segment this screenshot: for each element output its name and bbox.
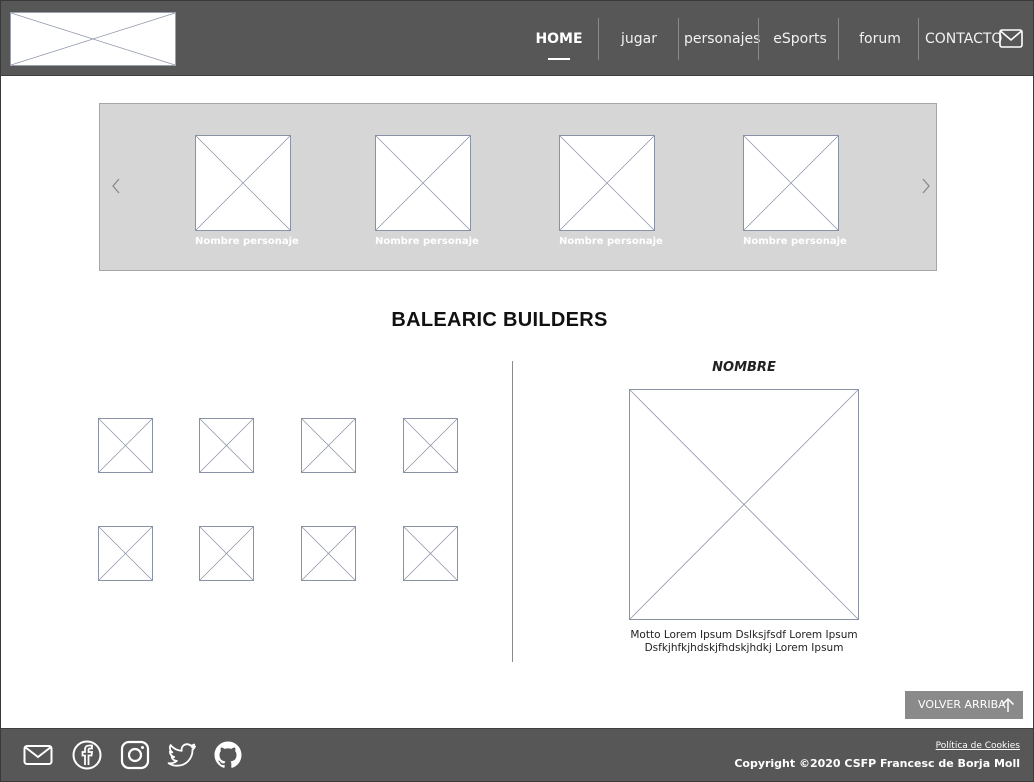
character-thumbnail[interactable] [301,526,356,581]
chevron-right-icon[interactable] [919,176,933,196]
character-thumbnail[interactable] [301,418,356,473]
nav-contacto[interactable]: CONTACTO [925,1,1002,76]
nav-divider [838,18,839,60]
nav-esports[interactable]: eSports [771,1,829,76]
nav-divider [758,18,759,60]
mail-icon[interactable] [22,739,54,771]
nav-jugar[interactable]: jugar [611,1,667,76]
nav-home[interactable]: HOME [533,1,585,76]
twitter-icon[interactable] [166,739,198,771]
carousel-character-card[interactable]: Nombre personaje [559,135,663,247]
nav-divider [678,18,679,60]
mail-icon[interactable] [999,29,1023,48]
vertical-divider [512,361,513,662]
arrow-up-icon [1001,697,1015,712]
facebook-icon[interactable] [71,739,103,771]
github-icon[interactable] [212,739,244,771]
chevron-left-icon[interactable] [109,176,123,196]
character-thumbnail[interactable] [98,418,153,473]
nav-divider [598,18,599,60]
character-name: Nombre personaje [195,236,299,247]
character-name: Nombre personaje [559,236,663,247]
carousel-character-card[interactable]: Nombre personaje [743,135,847,247]
character-thumbnail[interactable] [403,526,458,581]
cookies-policy-link[interactable]: Política de Cookies [936,741,1020,751]
nav-forum[interactable]: forum [853,1,907,76]
section-title: BALEARIC BUILDERS [391,309,608,331]
character-image-placeholder [195,135,291,231]
nav-personajes[interactable]: personajes [684,1,760,76]
back-to-top-button[interactable]: VOLVER ARRIBA [905,691,1023,719]
copyright-text: Copyright ©2020 CSFP Francesc de Borja M… [734,757,1020,770]
character-name: Nombre personaje [375,236,479,247]
motto-line: Motto Lorem Ipsum Dslksjfsdf Lorem Ipsum [630,629,858,641]
character-thumbnail[interactable] [98,526,153,581]
character-carousel: Nombre personaje Nombre personaje Nombre… [99,103,937,271]
character-thumbnail[interactable] [199,418,254,473]
back-to-top-label: VOLVER ARRIBA [918,698,1006,711]
detail-image-placeholder [629,389,859,620]
character-name: Nombre personaje [743,236,847,247]
carousel-character-card[interactable]: Nombre personaje [195,135,299,247]
character-thumbnail[interactable] [199,526,254,581]
detail-motto: Motto Lorem Ipsum Dslksjfsdf Lorem Ipsum… [611,629,877,655]
nav-active-indicator [548,58,570,60]
motto-line: Dsfkjhfkjhdskjfhdskjhdkj Lorem Ipsum [644,642,844,654]
character-image-placeholder [375,135,471,231]
logo-placeholder[interactable] [10,12,176,66]
detail-character-name: NOMBRE [712,360,776,375]
footer: Política de Cookies Copyright ©2020 CSFP… [1,728,1033,781]
character-image-placeholder [743,135,839,231]
header: HOME jugar personajes eSports forum CONT… [1,1,1033,76]
instagram-icon[interactable] [119,739,151,771]
carousel-character-card[interactable]: Nombre personaje [375,135,479,247]
character-thumbnail[interactable] [403,418,458,473]
nav-divider [918,18,919,60]
page: HOME jugar personajes eSports forum CONT… [0,0,1034,782]
character-image-placeholder [559,135,655,231]
